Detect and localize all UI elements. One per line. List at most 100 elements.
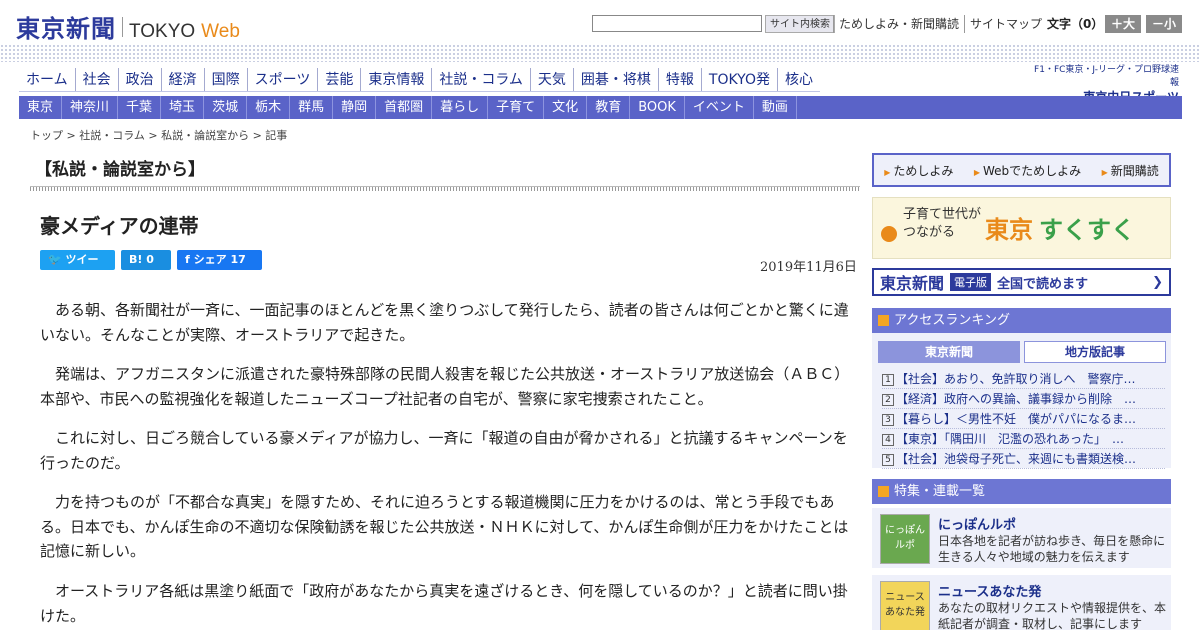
rank-number: 1 bbox=[882, 374, 894, 386]
sub-nav-video[interactable]: 動画 bbox=[754, 96, 797, 119]
logo-japanese: 東京新聞 bbox=[16, 14, 116, 43]
rank-number: 4 bbox=[882, 434, 894, 446]
facebook-icon: f bbox=[185, 253, 194, 266]
regional-nav: 東京 神奈川 千葉 埼玉 茨城 栃木 群馬 静岡 首都圏 暮らし 子育て 文化 … bbox=[19, 96, 1182, 119]
hatena-bookmark-button[interactable]: B! 0 bbox=[121, 250, 171, 270]
twitter-icon: 🐦 bbox=[48, 253, 66, 266]
feature-thumbnail-text: ニュース あなた発 bbox=[885, 592, 925, 618]
logo-separator bbox=[122, 16, 123, 37]
article-paragraph: 力を持つものが「不都合な真実」を隠すため、それに迫ろうとする報道機関に圧力をかけ… bbox=[40, 493, 849, 560]
article-date: 2019年11月6日 bbox=[760, 260, 857, 275]
top-links: ためしよみ・新聞購読 サイトマップ bbox=[833, 15, 1047, 33]
sub-nav-kyoiku[interactable]: 教育 bbox=[587, 96, 631, 119]
ranking-tab-local[interactable]: 地方版記事 bbox=[1024, 341, 1166, 363]
nav-item-weather[interactable]: 天気 bbox=[529, 68, 573, 91]
digital-edition-badge: 電子版 bbox=[950, 273, 992, 291]
ranking-tab-tokyo[interactable]: 東京新聞 bbox=[878, 341, 1020, 363]
rank-number: 5 bbox=[882, 454, 894, 466]
feature-title: にっぽんルポ bbox=[938, 518, 1017, 533]
sub-nav-event[interactable]: イベント bbox=[685, 96, 754, 119]
rank-text: 【東京】「隅田川 氾濫の恐れあった」 … bbox=[896, 432, 1125, 446]
ranking-item[interactable]: 2 【経済】政府への異論、議事録から削除 … bbox=[882, 389, 1165, 409]
nav-item-home[interactable]: ホーム bbox=[19, 68, 75, 91]
ranking-header: アクセスランキング bbox=[872, 308, 1171, 333]
nav-item-tokuho[interactable]: 特報 bbox=[657, 68, 701, 91]
nav-item-tokyo-info[interactable]: 東京情報 bbox=[360, 68, 431, 91]
font-size-up-button[interactable]: ＋大 bbox=[1105, 15, 1141, 33]
top-link-subscribe[interactable]: ためしよみ・新聞購読 bbox=[833, 15, 964, 33]
sub-nav-tochigi[interactable]: 栃木 bbox=[247, 96, 291, 119]
rank-text: 【経済】政府への異論、議事録から削除 … bbox=[896, 392, 1137, 406]
site-header: 東京新聞 TOKYO Web サイト内検索 ためしよみ・新聞購読 サイトマップ … bbox=[0, 0, 1200, 44]
digital-edition-name: 東京新聞 bbox=[880, 274, 945, 293]
sub-nav-shizuoka[interactable]: 静岡 bbox=[333, 96, 377, 119]
top-link-sitemap[interactable]: サイトマップ bbox=[964, 15, 1047, 33]
rank-text: 【社会】池袋母子死亡、来週にも書類送検… bbox=[896, 452, 1137, 466]
trial-reading-button[interactable]: ためしよみ bbox=[884, 162, 953, 179]
feature-description: あなたの取材リクエストや情報提供を、本紙記者が調査・取材し、記事にします bbox=[938, 601, 1167, 630]
facebook-share-button[interactable]: f シェア 17 bbox=[177, 250, 262, 270]
sub-nav-bunka[interactable]: 文化 bbox=[544, 96, 588, 119]
article-paragraph: これに対し、日ごろ競合している豪メディアが協力し、一斉に「報道の自由が脅かされる… bbox=[40, 429, 848, 472]
feature-item-news-anata[interactable]: ニュース あなた発 ニュースあなた発 あなたの取材リクエストや情報提供を、本紙記… bbox=[872, 575, 1171, 630]
section-title: 【私説・論説室から】 bbox=[35, 160, 205, 180]
feature-thumbnail-text: にっぽん ルポ bbox=[885, 525, 925, 551]
sub-nav-shutoken[interactable]: 首都圏 bbox=[376, 96, 433, 119]
nav-item-entertainment[interactable]: 芸能 bbox=[317, 68, 360, 91]
nav-item-politics[interactable]: 政治 bbox=[117, 68, 161, 91]
flower-icon bbox=[881, 226, 897, 242]
ranking-item[interactable]: 5 【社会】池袋母子死亡、来週にも書類送検… bbox=[882, 449, 1165, 469]
nav-item-economy[interactable]: 経済 bbox=[160, 68, 204, 91]
nav-item-international[interactable]: 国際 bbox=[203, 68, 247, 91]
sub-nav-kurashi[interactable]: 暮らし bbox=[432, 96, 489, 119]
facebook-share-label: シェア 17 bbox=[193, 253, 246, 266]
ranking-item[interactable]: 3 【暮らし】＜男性不妊 僕がパパになるま… bbox=[882, 409, 1165, 429]
font-size-down-button[interactable]: －小 bbox=[1146, 15, 1182, 33]
nav-item-editorial[interactable]: 社説・コラム bbox=[431, 68, 530, 91]
tweet-button[interactable]: 🐦 ツイート bbox=[40, 250, 115, 286]
sub-nav-gunma[interactable]: 群馬 bbox=[290, 96, 334, 119]
logo-tokyo: TOKYO bbox=[129, 21, 196, 42]
sub-nav-chiba[interactable]: 千葉 bbox=[118, 96, 162, 119]
sukusuku-banner[interactable]: 子育て世代が つながる 東京 すくすく bbox=[872, 197, 1171, 259]
sub-nav-ibaraki[interactable]: 茨城 bbox=[204, 96, 248, 119]
sub-nav-tokyo[interactable]: 東京 bbox=[19, 96, 63, 119]
article-paragraph: オーストラリア各紙は黒塗り紙面で「政府があなたから真実を遠ざけるとき、何を隠して… bbox=[40, 582, 848, 625]
section-divider bbox=[30, 186, 860, 191]
rank-number: 2 bbox=[882, 394, 894, 406]
sub-nav-book[interactable]: BOOK bbox=[630, 96, 685, 119]
subscription-buttons: ためしよみ Webでためしよみ 新聞購読 bbox=[872, 153, 1171, 187]
sukusuku-main: すくすく bbox=[1039, 216, 1135, 244]
feature-title: ニュースあなた発 bbox=[938, 585, 1042, 600]
article-paragraph: ある朝、各新聞社が一斉に、一面記事のほとんどを黒く塗りつぶして発行したら、読者の… bbox=[40, 301, 849, 344]
web-trial-button[interactable]: Webでためしよみ bbox=[974, 162, 1081, 179]
search-input[interactable] bbox=[592, 15, 762, 32]
nav-item-tokyo-hatsu[interactable]: TOKYO発 bbox=[700, 68, 777, 91]
nav-item-sports[interactable]: スポーツ bbox=[246, 68, 318, 91]
feature-item-nippon-repo[interactable]: にっぽん ルポ にっぽんルポ 日本各地を記者が訪ね歩き、毎日を懸命に生きる人々や… bbox=[872, 508, 1171, 568]
features-header: 特集・連載一覧 bbox=[872, 479, 1171, 504]
site-logo[interactable]: 東京新聞 TOKYO Web bbox=[16, 9, 240, 44]
feature-description: 日本各地を記者が訪ね歩き、毎日を懸命に生きる人々や地域の魅力を伝えます bbox=[938, 534, 1166, 564]
sub-nav-kanagawa[interactable]: 神奈川 bbox=[62, 96, 119, 119]
ranking-item[interactable]: 1 【社会】あおり、免許取り消しへ 警察庁… bbox=[882, 369, 1165, 389]
article-headline: 豪メディアの連帯 bbox=[40, 214, 199, 238]
subscribe-button[interactable]: 新聞購読 bbox=[1102, 162, 1159, 179]
article-paragraph: 発端は、アフガニスタンに派遣された豪特殊部隊の民間人殺害を報じた公共放送・オース… bbox=[40, 365, 850, 408]
search-button[interactable]: サイト内検索 bbox=[765, 15, 835, 33]
sub-nav-saitama[interactable]: 埼玉 bbox=[161, 96, 205, 119]
ranking-item[interactable]: 4 【東京】「隅田川 氾濫の恐れあった」 … bbox=[882, 429, 1165, 449]
logo-web: Web bbox=[201, 21, 240, 42]
sukusuku-title: 東京 すくすく bbox=[985, 210, 1135, 245]
nav-item-igo-shogi[interactable]: 囲碁・将棋 bbox=[572, 68, 658, 91]
nav-item-society[interactable]: 社会 bbox=[74, 68, 118, 91]
sukusuku-tokyo: 東京 bbox=[985, 216, 1033, 244]
main-nav: ホーム 社会 政治 経済 国際 スポーツ 芸能 東京情報 社説・コラム 天気 囲… bbox=[19, 68, 820, 92]
sukusuku-subtitle: 子育て世代が つながる bbox=[903, 207, 982, 240]
ranking-list: 1 【社会】あおり、免許取り消しへ 警察庁… 2 【経済】政府への異論、議事録から削… bbox=[882, 369, 1165, 469]
digital-edition-banner[interactable]: 東京新聞 電子版 全国で読めます ❯ bbox=[872, 268, 1171, 296]
breadcrumb[interactable]: トップ > 社説・コラム > 私説・論説室から > 記事 bbox=[30, 127, 287, 143]
font-size-label: 文字（0） bbox=[1047, 17, 1104, 31]
sub-nav-kosodate[interactable]: 子育て bbox=[488, 96, 545, 119]
nav-item-kakushin[interactable]: 核心 bbox=[776, 68, 820, 91]
